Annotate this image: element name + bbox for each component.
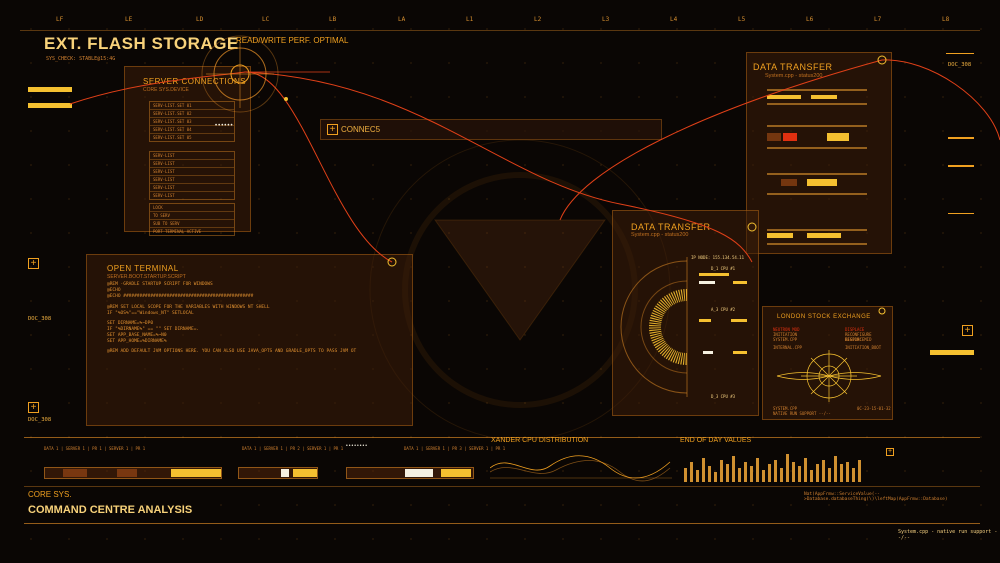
server-meter — [346, 467, 474, 479]
xander-cpu-wave — [490, 455, 672, 482]
server-meter — [238, 467, 318, 479]
bottom-divider — [24, 486, 980, 487]
meter-segment — [171, 469, 221, 477]
progress-dots: •••••••• — [346, 443, 369, 449]
meter-segment — [63, 469, 87, 477]
server-label: DATA 1 | SERVER 1 | PR 2 | SERVER 1 | PR… — [242, 446, 344, 451]
meter-segment — [441, 469, 471, 477]
command-centre-title: COMMAND CENTRE ANALYSIS — [28, 504, 193, 516]
footer-status: System.cpp - native run support --/-- — [898, 529, 998, 541]
end-of-day-bars — [684, 454, 861, 482]
server-meter — [44, 467, 222, 479]
meter-segment — [293, 469, 317, 477]
meter-segment — [405, 469, 433, 477]
add-icon[interactable]: + — [886, 448, 894, 456]
meter-segment — [281, 469, 289, 477]
meter-segment — [117, 469, 137, 477]
server-label: DATA 1 | SERVER 1 | PR 1 | SERVER 1 | PR… — [44, 446, 146, 451]
footer-divider — [24, 523, 980, 524]
core-sys-label: CORE SYS. — [28, 490, 72, 499]
xander-title: XANDER CPU DISTRIBUTION — [491, 437, 589, 444]
path-readout: Nat(AppFrmw::ServiceValue(-->Database.da… — [804, 492, 948, 502]
end-of-day-title: END OF DAY VALUES — [680, 437, 752, 444]
